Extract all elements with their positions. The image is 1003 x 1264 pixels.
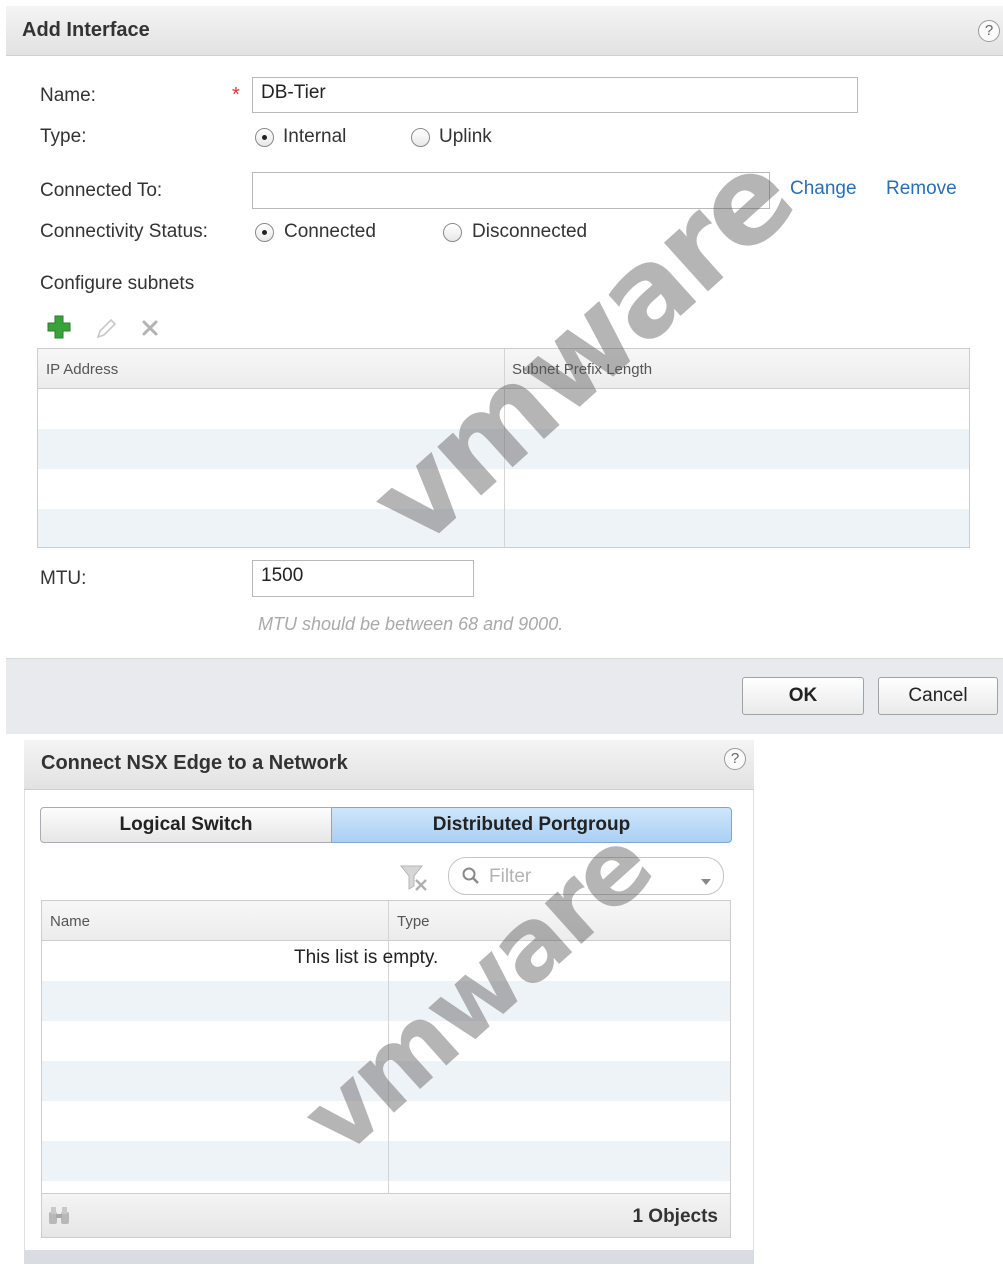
tab-distributed-portgroup[interactable]: Distributed Portgroup xyxy=(331,807,732,843)
remove-link[interactable]: Remove xyxy=(886,178,957,200)
add-interface-header xyxy=(6,6,1003,56)
cancel-button[interactable]: Cancel xyxy=(878,677,998,715)
mtu-input[interactable]: 1500 xyxy=(252,560,474,597)
column-ip-address[interactable]: IP Address xyxy=(46,361,118,378)
binoculars-icon[interactable] xyxy=(48,1206,70,1226)
connect-edge-footer xyxy=(24,1250,754,1264)
clear-filter-icon[interactable] xyxy=(398,862,430,894)
disconnected-label: Disconnected xyxy=(472,221,588,242)
empty-list-message: This list is empty. xyxy=(294,947,439,968)
network-list-grid: Name Type This list is empty. 1 Objects xyxy=(41,900,731,1238)
column-divider xyxy=(504,349,505,547)
connected-to-label: Connected To: xyxy=(40,180,163,201)
connected-to-field[interactable] xyxy=(252,172,770,209)
connected-radio[interactable] xyxy=(255,223,274,242)
configure-subnets-label: Configure subnets xyxy=(40,273,195,294)
connectivity-status-label: Connectivity Status: xyxy=(40,221,208,242)
help-icon[interactable]: ? xyxy=(724,748,746,770)
search-icon xyxy=(461,866,481,886)
column-name[interactable]: Name xyxy=(50,913,90,930)
object-count: 1 Objects xyxy=(632,1206,718,1227)
list-item[interactable] xyxy=(42,1141,730,1181)
network-list-footer: 1 Objects xyxy=(42,1193,730,1237)
delete-icon[interactable] xyxy=(140,318,160,338)
filter-input[interactable]: Filter xyxy=(448,857,724,895)
list-item[interactable] xyxy=(42,981,730,1021)
required-marker: * xyxy=(232,84,240,106)
mtu-label: MTU: xyxy=(40,568,87,589)
disconnected-radio[interactable] xyxy=(443,223,462,242)
type-internal-radio[interactable] xyxy=(255,128,274,147)
subnet-grid: IP Address Subnet Prefix Length xyxy=(37,348,970,548)
name-label: Name: xyxy=(40,85,96,106)
edit-icon[interactable] xyxy=(94,316,118,340)
type-internal-label: Internal xyxy=(283,126,347,147)
filter-placeholder: Filter xyxy=(489,866,532,887)
change-link[interactable]: Change xyxy=(790,178,857,200)
column-subnet-prefix-length[interactable]: Subnet Prefix Length xyxy=(512,361,652,378)
mtu-hint: MTU should be between 68 and 9000. xyxy=(258,614,564,634)
type-uplink-radio[interactable] xyxy=(411,128,430,147)
ok-button[interactable]: OK xyxy=(742,677,864,715)
chevron-down-icon[interactable] xyxy=(701,873,711,885)
list-item[interactable] xyxy=(42,1061,730,1101)
column-divider xyxy=(388,901,389,1195)
connect-edge-title: Connect NSX Edge to a Network xyxy=(41,752,348,774)
help-icon[interactable]: ? xyxy=(978,20,1000,42)
name-input[interactable]: DB-Tier xyxy=(252,77,858,113)
add-icon[interactable] xyxy=(46,314,72,340)
connected-label: Connected xyxy=(284,221,376,242)
network-list-header: Name Type xyxy=(42,901,730,941)
tab-logical-switch[interactable]: Logical Switch xyxy=(40,807,332,843)
list-item[interactable] xyxy=(42,1021,730,1061)
add-interface-title: Add Interface xyxy=(22,19,150,41)
column-type[interactable]: Type xyxy=(397,913,430,930)
type-label: Type: xyxy=(40,126,87,147)
type-uplink-label: Uplink xyxy=(439,126,492,147)
list-item[interactable] xyxy=(42,1101,730,1141)
